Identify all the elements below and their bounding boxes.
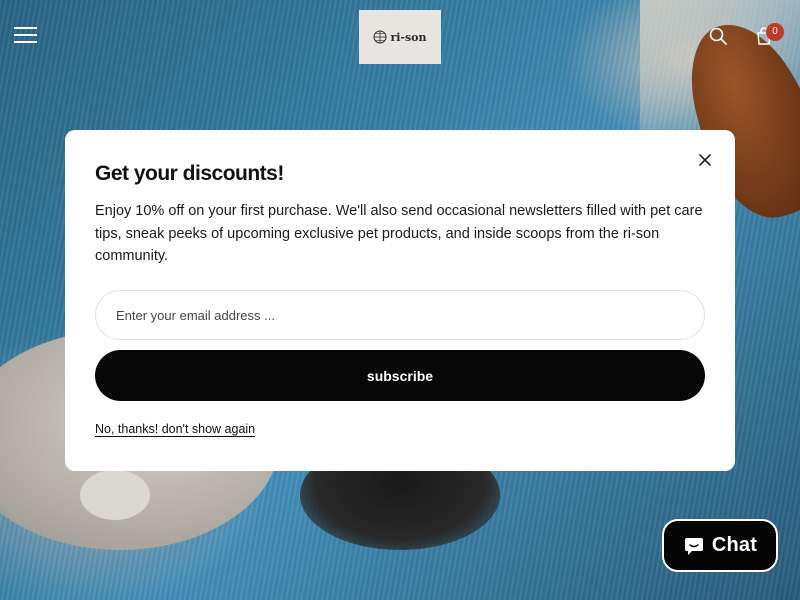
dismiss-link[interactable]: No, thanks! don't show again: [95, 422, 255, 436]
chat-label: Chat: [711, 534, 758, 556]
search-icon[interactable]: [708, 26, 728, 46]
email-field[interactable]: [95, 290, 705, 340]
chat-button[interactable]: Chat: [662, 519, 778, 572]
site-header: ri-son 0: [0, 0, 800, 74]
logo-text: ri-son: [390, 30, 427, 44]
logo-mark-icon: [373, 30, 387, 44]
newsletter-modal: Get your discounts! Enjoy 10% off on you…: [65, 130, 735, 471]
modal-title: Get your discounts!: [95, 162, 284, 185]
close-icon[interactable]: [697, 152, 713, 168]
chat-bubble-icon: [684, 537, 703, 555]
subscribe-button[interactable]: subscribe: [95, 350, 705, 401]
site-logo[interactable]: ri-son: [359, 10, 441, 64]
hamburger-icon[interactable]: [14, 27, 38, 47]
cart-count-badge: 0: [766, 23, 784, 41]
modal-description: Enjoy 10% off on your first purchase. We…: [95, 203, 703, 264]
